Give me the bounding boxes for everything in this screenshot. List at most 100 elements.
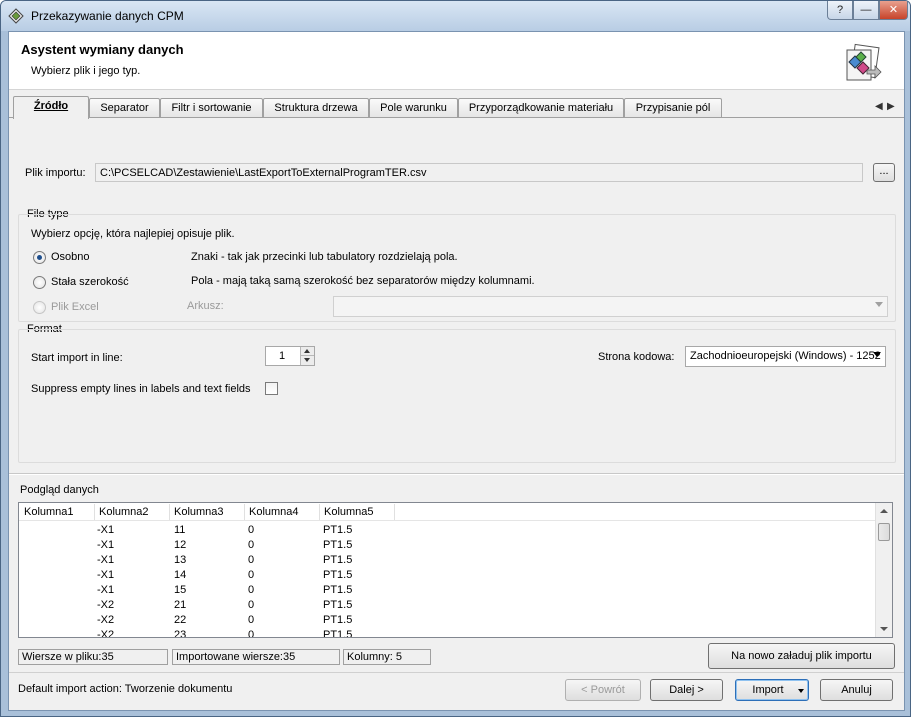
stepper-up-icon[interactable] xyxy=(300,347,314,356)
app-diamond-icon xyxy=(8,8,24,24)
cell-kolumna5: PT1.5 xyxy=(323,524,353,536)
dialog-client: Asystent wymiany danych Wybierz plik i j… xyxy=(8,31,905,711)
cell-kolumna4: 0 xyxy=(248,584,255,596)
cell-kolumna5: PT1.5 xyxy=(323,584,353,596)
scroll-thumb[interactable] xyxy=(878,523,890,541)
sheet-select[interactable] xyxy=(333,296,888,317)
cell-kolumna3: 14 xyxy=(174,569,187,581)
start-line-stepper[interactable]: 1 xyxy=(265,346,315,366)
tab-tree-structure[interactable]: Struktura drzewa xyxy=(263,98,369,118)
next-button[interactable]: Dalej > xyxy=(650,679,723,701)
encoding-select[interactable]: Zachodnioeuropejski (Windows) - 1252 xyxy=(685,346,886,367)
table-row[interactable]: -X2 22 0 PT1.5 xyxy=(19,613,879,628)
cell-kolumna3: 15 xyxy=(174,584,187,596)
cancel-button[interactable]: Anuluj xyxy=(820,679,893,701)
encoding-select-value: Zachodnioeuropejski (Windows) - 1252 xyxy=(690,350,881,362)
tab-material-assignment[interactable]: Przyporządkowanie materiału xyxy=(458,98,624,118)
cell-kolumna3: 22 xyxy=(174,614,187,626)
minimize-button[interactable]: — xyxy=(853,1,879,20)
import-button-label: Import xyxy=(752,684,784,696)
tab-panel-border xyxy=(9,117,904,118)
chevron-down-icon xyxy=(875,302,883,307)
back-button[interactable]: < Powrót xyxy=(565,679,641,701)
scroll-up-icon[interactable] xyxy=(880,509,888,513)
preview-grid[interactable]: Kolumna1 Kolumna2 Kolumna3 Kolumna4 Kolu… xyxy=(18,502,893,638)
cell-kolumna4: 0 xyxy=(248,569,255,581)
column-header[interactable]: Kolumna5 xyxy=(324,506,374,518)
file-type-hint: Wybierz opcję, która najlepiej opisuje p… xyxy=(31,228,235,240)
reload-import-file-button[interactable]: Na nowo załaduj plik importu xyxy=(708,643,895,669)
table-row[interactable]: -X1 15 0 PT1.5 xyxy=(19,583,879,598)
cell-kolumna2: -X1 xyxy=(97,569,115,581)
cell-kolumna3: 12 xyxy=(174,539,187,551)
rows-in-file-status: Wiersze w pliku:35 xyxy=(18,649,168,665)
dropdown-arrow-icon[interactable] xyxy=(798,689,804,693)
column-divider[interactable] xyxy=(319,504,320,520)
cell-kolumna3: 11 xyxy=(174,524,186,536)
tab-field-assignment[interactable]: Przypisanie pól xyxy=(624,98,722,118)
wizard-title: Asystent wymiany danych xyxy=(21,42,184,57)
columns-status: Kolumny: 5 xyxy=(343,649,431,665)
tab-condition-field[interactable]: Pole warunku xyxy=(369,98,458,118)
browse-button[interactable]: ... xyxy=(873,163,895,182)
preview-grid-header: Kolumna1 Kolumna2 Kolumna3 Kolumna4 Kolu… xyxy=(19,503,879,521)
wizard-header: Asystent wymiany danych Wybierz plik i j… xyxy=(9,32,904,90)
radio-delimited[interactable] xyxy=(33,251,46,264)
cell-kolumna4: 0 xyxy=(248,539,255,551)
close-button[interactable]: ✕ xyxy=(879,1,908,20)
import-file-path-field[interactable]: C:\PCSELCAD\Zestawienie\LastExportToExte… xyxy=(95,163,863,182)
table-row[interactable]: -X1 12 0 PT1.5 xyxy=(19,538,879,553)
tab-scroll-left-icon[interactable]: ◀ xyxy=(875,101,883,112)
help-button[interactable]: ? xyxy=(827,1,853,20)
section-divider xyxy=(9,473,904,475)
cell-kolumna5: PT1.5 xyxy=(323,599,353,611)
column-divider[interactable] xyxy=(169,504,170,520)
default-import-action: Default import action: Tworzenie dokumen… xyxy=(18,683,233,695)
start-line-label: Start import in line: xyxy=(31,352,123,364)
table-row[interactable]: -X1 11 0 PT1.5 xyxy=(19,523,879,538)
tab-strip: Źródło Separator Filtr i sortowanie Stru… xyxy=(9,96,904,119)
cell-kolumna4: 0 xyxy=(248,524,255,536)
column-header[interactable]: Kolumna3 xyxy=(174,506,224,518)
radio-delimited-label[interactable]: Osobno xyxy=(51,251,90,263)
radio-excel-file[interactable] xyxy=(33,301,46,314)
radio-fixed-width[interactable] xyxy=(33,276,46,289)
radio-fixed-width-label[interactable]: Stała szerokość xyxy=(51,276,129,288)
cell-kolumna3: 21 xyxy=(174,599,187,611)
tab-scroll-right-icon[interactable]: ▶ xyxy=(887,101,895,112)
column-divider[interactable] xyxy=(94,504,95,520)
tab-separator[interactable]: Separator xyxy=(89,98,160,118)
column-divider[interactable] xyxy=(394,504,395,520)
cell-kolumna2: -X2 xyxy=(97,629,115,638)
column-divider[interactable] xyxy=(244,504,245,520)
column-header[interactable]: Kolumna1 xyxy=(24,506,74,518)
import-button[interactable]: Import xyxy=(735,679,809,701)
suppress-empty-lines-label: Suppress empty lines in labels and text … xyxy=(31,383,251,395)
table-row[interactable]: -X2 23 0 PT1.5 xyxy=(19,628,879,638)
tab-filter-sort[interactable]: Filtr i sortowanie xyxy=(160,98,263,118)
column-header[interactable]: Kolumna2 xyxy=(99,506,149,518)
fixed-width-description: Pola - mają taką samą szerokość bez sepa… xyxy=(191,275,535,287)
imported-rows-status: Importowane wiersze:35 xyxy=(172,649,340,665)
cell-kolumna5: PT1.5 xyxy=(323,569,353,581)
start-line-value[interactable]: 1 xyxy=(279,350,285,362)
column-header[interactable]: Kolumna4 xyxy=(249,506,299,518)
scroll-down-icon[interactable] xyxy=(880,627,888,631)
table-row[interactable]: -X2 21 0 PT1.5 xyxy=(19,598,879,613)
table-row[interactable]: -X1 14 0 PT1.5 xyxy=(19,568,879,583)
stepper-down-icon[interactable] xyxy=(300,356,314,365)
cell-kolumna4: 0 xyxy=(248,554,255,566)
suppress-empty-lines-checkbox[interactable] xyxy=(265,382,278,395)
window-title: Przekazywanie danych CPM xyxy=(31,9,184,23)
cell-kolumna5: PT1.5 xyxy=(323,629,353,638)
table-row[interactable]: -X1 13 0 PT1.5 xyxy=(19,553,879,568)
cell-kolumna2: -X2 xyxy=(97,599,115,611)
footer-divider xyxy=(9,672,904,673)
cell-kolumna2: -X1 xyxy=(97,539,115,551)
cell-kolumna5: PT1.5 xyxy=(323,614,353,626)
title-bar[interactable]: Przekazywanie danych CPM ? — ✕ xyxy=(1,1,910,31)
delimited-description: Znaki - tak jak przecinki lub tabulatory… xyxy=(191,251,458,263)
tab-source[interactable]: Źródło xyxy=(13,96,89,119)
preview-vertical-scrollbar[interactable] xyxy=(875,503,892,637)
cell-kolumna4: 0 xyxy=(248,614,255,626)
